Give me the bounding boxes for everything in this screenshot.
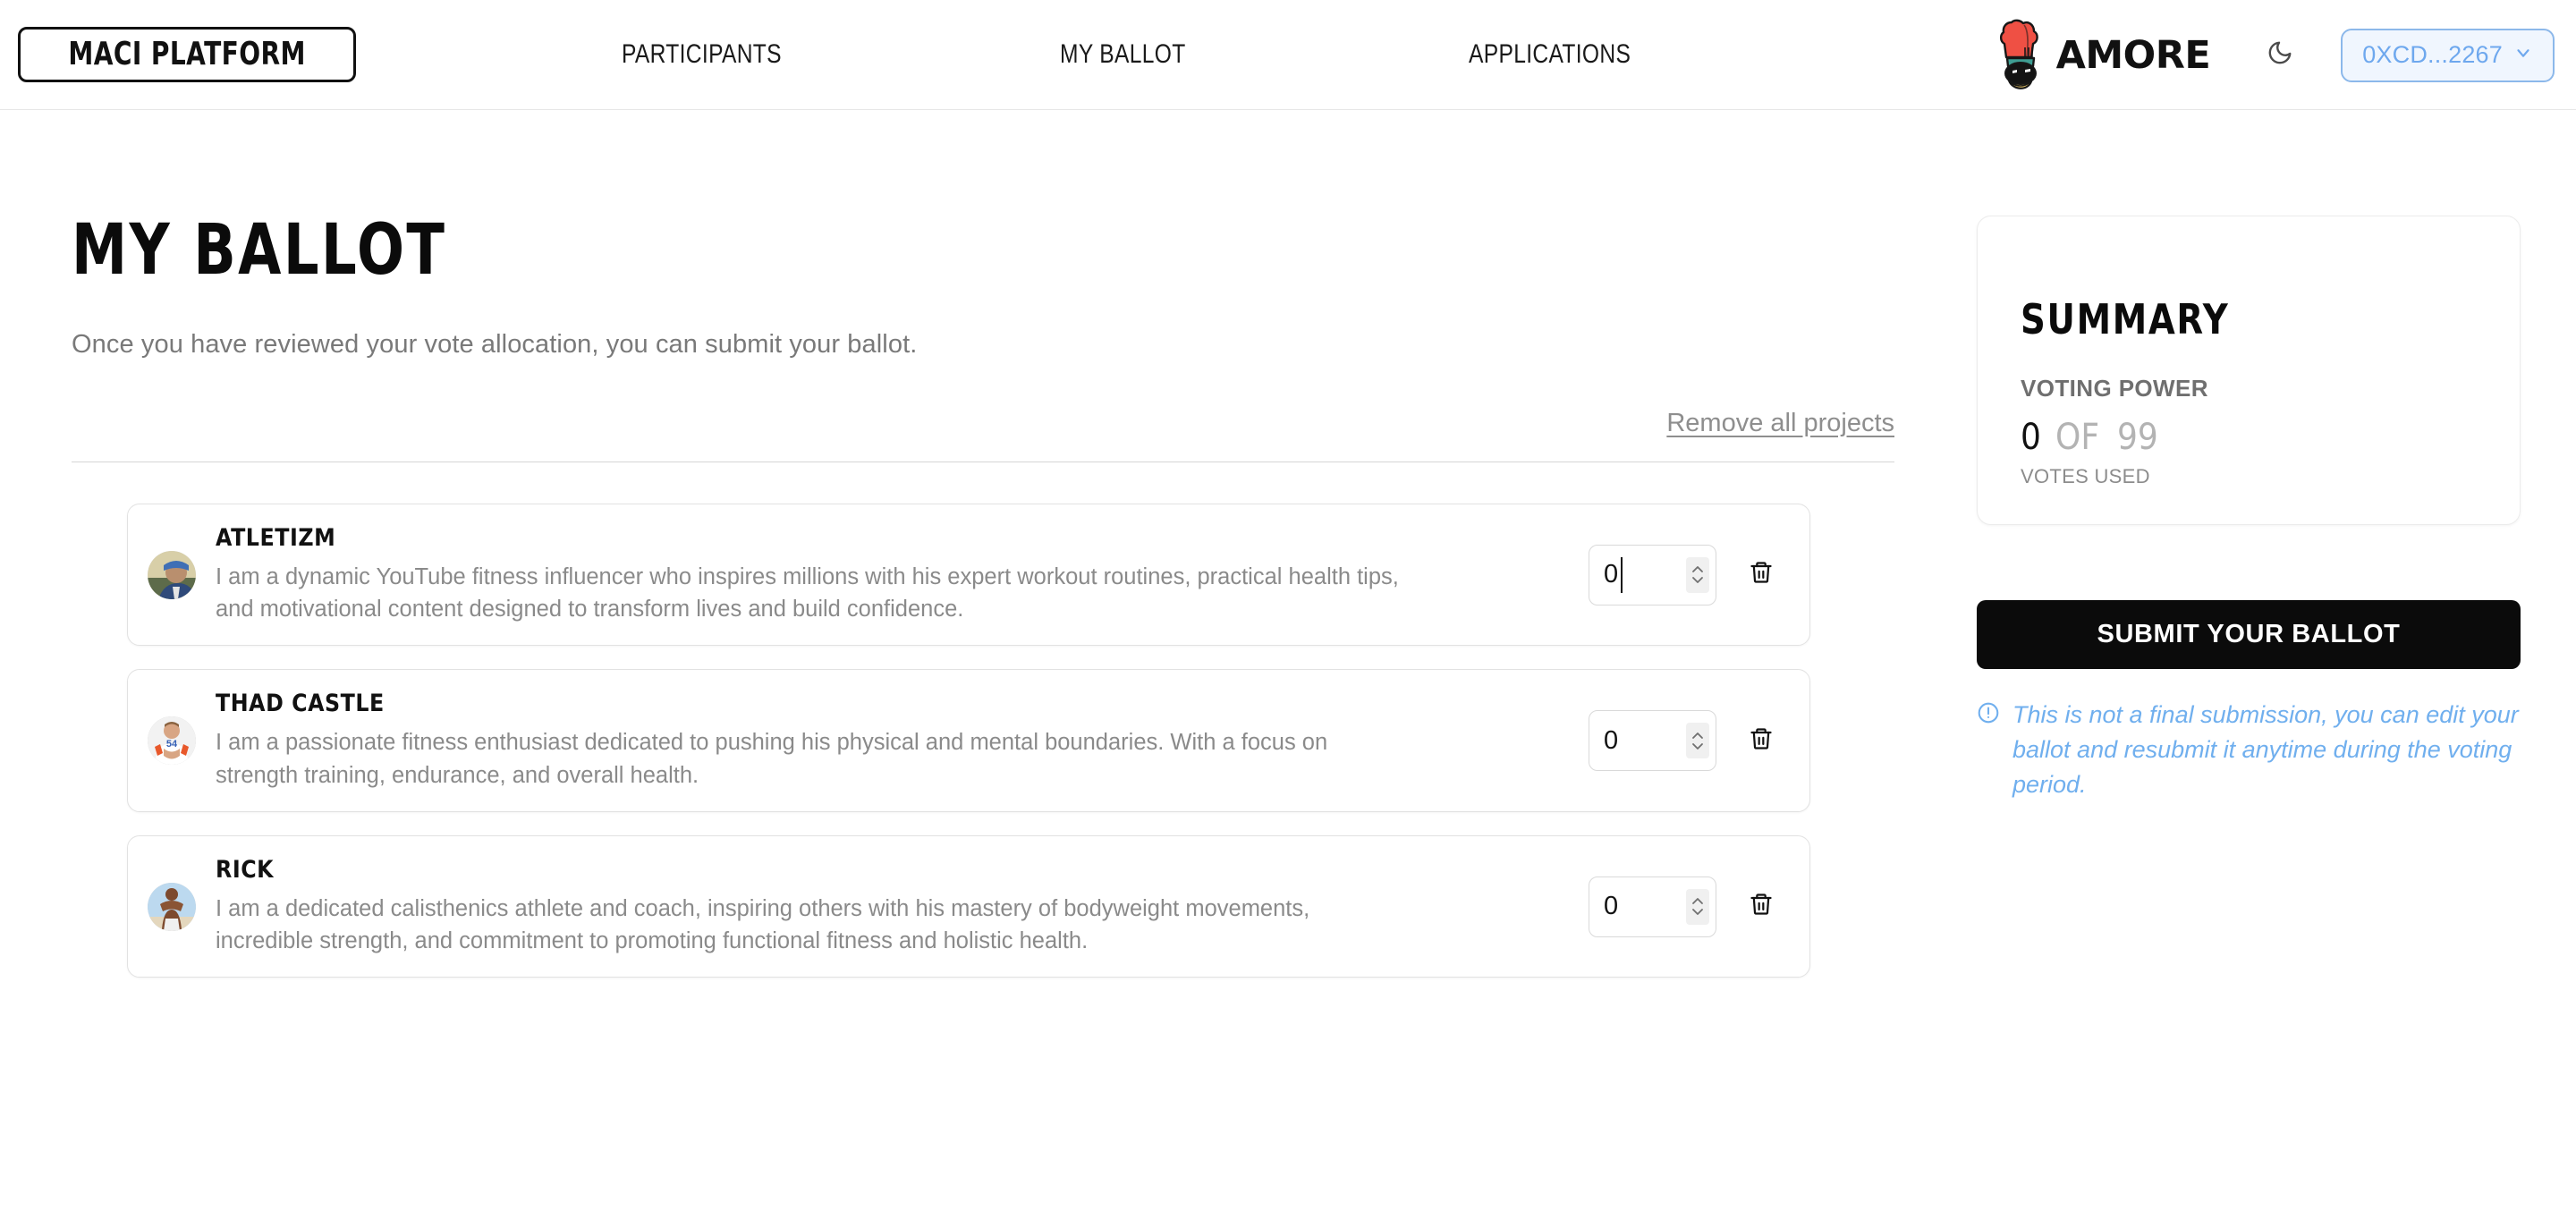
- vote-amount-field: [1589, 544, 1716, 606]
- summary-title: SUMMARY: [2021, 295, 2230, 343]
- page-subtitle: Once you have reviewed your vote allocat…: [72, 330, 918, 359]
- amore-brand-label: AMORE: [2055, 32, 2211, 78]
- votes-used-value: 0: [2021, 417, 2041, 458]
- project-info: ATLETIZM I am a dynamic YouTube fitness …: [216, 524, 1589, 625]
- chevron-down-icon: [2513, 43, 2533, 67]
- resubmission-note-text: This is not a final submission, you can …: [2012, 701, 2519, 798]
- project-name: RICK: [216, 855, 275, 884]
- summary-card-inner: SUMMARY VOTING POWER 0 OF 99 VOTES USED: [2021, 295, 2477, 488]
- votes-total-value: 99: [2116, 417, 2158, 458]
- ballot-project-row: 54 THAD CASTLE I am a passionate fitness…: [127, 669, 1810, 812]
- trash-icon: [1749, 726, 1774, 756]
- voting-power-values: 0 OF 99: [2021, 417, 2477, 458]
- vote-stepper[interactable]: [1686, 556, 1709, 593]
- account-address-label: 0XCD...2267: [2362, 41, 2503, 68]
- brand-logo[interactable]: MACI PLATFORM: [18, 27, 357, 82]
- trash-icon: [1749, 892, 1774, 921]
- text-caret: [1621, 556, 1623, 593]
- svg-text:54: 54: [166, 739, 178, 749]
- header-right-cluster: AMORE 0XCD...2267: [1997, 0, 2555, 110]
- delete-project-button[interactable]: [1743, 723, 1779, 758]
- moon-icon: [2267, 39, 2293, 71]
- project-name: THAD CASTLE: [216, 690, 385, 718]
- summary-card: SUMMARY VOTING POWER 0 OF 99 VOTES USED: [1977, 216, 2521, 525]
- project-description: I am a passionate fitness enthusiast ded…: [216, 730, 1328, 788]
- page-body: MY BALLOT Once you have reviewed your vo…: [0, 110, 2576, 1001]
- votes-used-caption: VOTES USED: [2021, 465, 2150, 487]
- project-description: I am a dynamic YouTube fitness influence…: [216, 564, 1399, 622]
- stepper-down-icon: [1692, 742, 1703, 749]
- duck-chef-icon: [1997, 17, 2047, 94]
- vote-amount-field: [1589, 876, 1716, 937]
- voting-power-label: VOTING POWER: [2021, 375, 2208, 402]
- account-address-button[interactable]: 0XCD...2267: [2341, 28, 2555, 82]
- project-info: THAD CASTLE I am a passionate fitness en…: [216, 690, 1589, 791]
- stepper-down-icon: [1692, 577, 1703, 584]
- avatar-rick: [148, 882, 196, 931]
- vote-stepper[interactable]: [1686, 888, 1709, 925]
- stepper-down-icon: [1692, 909, 1703, 915]
- vote-amount-field: [1589, 710, 1716, 772]
- nav-item-my-ballot[interactable]: MY BALLOT: [1060, 34, 1186, 75]
- ballot-side-column: SUMMARY VOTING POWER 0 OF 99 VOTES USED …: [1977, 110, 2576, 1001]
- amore-brand[interactable]: AMORE: [1997, 17, 2211, 94]
- project-info: RICK I am a dedicated calisthenics athle…: [216, 856, 1589, 957]
- ballot-project-list: ATLETIZM I am a dynamic YouTube fitness …: [72, 504, 1977, 978]
- project-description: I am a dedicated calisthenics athlete an…: [216, 895, 1310, 954]
- remove-all-row: Remove all projects: [72, 409, 1977, 438]
- theme-toggle-button[interactable]: [2260, 36, 2300, 75]
- stepper-up-icon: [1692, 732, 1703, 739]
- stepper-up-icon: [1692, 566, 1703, 573]
- main-nav: PARTICIPANTS MY BALLOT APPLICATIONS: [622, 34, 1666, 75]
- avatar-thad-castle: 54: [148, 716, 196, 766]
- of-label: OF: [2055, 417, 2100, 458]
- vote-stepper[interactable]: [1686, 723, 1709, 759]
- submit-ballot-button[interactable]: SUBMIT YOUR BALLOT: [1977, 600, 2521, 669]
- delete-project-button[interactable]: [1743, 889, 1779, 925]
- trash-icon: [1749, 560, 1774, 589]
- resubmission-note: This is not a final submission, you can …: [1977, 698, 2521, 802]
- nav-item-participants[interactable]: PARTICIPANTS: [622, 34, 782, 75]
- stepper-up-icon: [1692, 898, 1703, 904]
- ballot-main-column: MY BALLOT Once you have reviewed your vo…: [0, 110, 1977, 1001]
- project-name: ATLETIZM: [216, 524, 336, 552]
- ballot-project-row: ATLETIZM I am a dynamic YouTube fitness …: [127, 504, 1810, 647]
- avatar-atletizm: [148, 550, 196, 599]
- page-title: MY BALLOT: [72, 210, 447, 291]
- brand-logo-label: MACI PLATFORM: [68, 35, 306, 72]
- delete-project-button[interactable]: [1743, 557, 1779, 593]
- remove-all-projects-link[interactable]: Remove all projects: [1666, 409, 1894, 438]
- ballot-project-row: RICK I am a dedicated calisthenics athle…: [127, 834, 1810, 978]
- nav-item-applications[interactable]: APPLICATIONS: [1469, 34, 1631, 75]
- app-header: MACI PLATFORM PARTICIPANTS MY BALLOT APP…: [0, 0, 2576, 110]
- info-circle-icon: [1977, 701, 2000, 729]
